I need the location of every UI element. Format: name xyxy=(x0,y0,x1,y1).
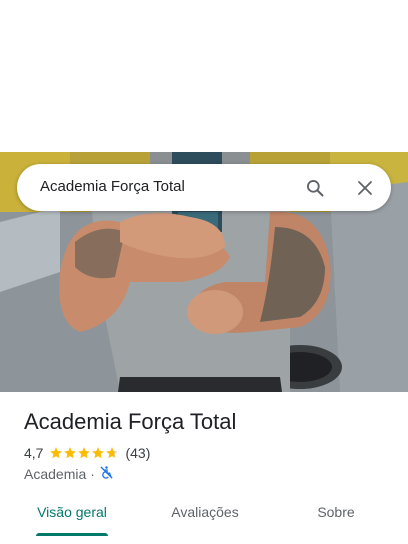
star-rating xyxy=(49,446,119,460)
search-box[interactable]: Academia Força Total xyxy=(17,164,391,211)
rating-value: 4,7 xyxy=(24,445,44,461)
place-category: Academia xyxy=(24,466,87,482)
review-count[interactable]: (43) xyxy=(125,445,150,461)
star-icon xyxy=(92,447,105,459)
tab-about[interactable]: Sobre xyxy=(304,504,368,534)
rating-row[interactable]: 4,7 (43) xyxy=(24,444,150,462)
star-icon xyxy=(78,447,91,459)
star-icon xyxy=(64,447,77,459)
active-tab-indicator xyxy=(36,533,108,536)
not-accessible-icon xyxy=(99,465,114,483)
place-name: Academia Força Total xyxy=(24,409,237,434)
separator-dot: · xyxy=(90,466,95,482)
blank-header-area xyxy=(0,0,408,152)
place-tabs: Visão geral Avaliações Sobre xyxy=(0,492,408,544)
category-row: Academia · xyxy=(24,465,114,483)
star-icon xyxy=(106,447,119,459)
close-icon[interactable] xyxy=(353,176,377,200)
tab-overview[interactable]: Visão geral xyxy=(30,504,114,534)
tab-reviews[interactable]: Avaliações xyxy=(160,504,250,534)
star-icon xyxy=(50,447,63,459)
search-query[interactable]: Academia Força Total xyxy=(40,178,185,195)
search-icon[interactable] xyxy=(303,176,327,200)
